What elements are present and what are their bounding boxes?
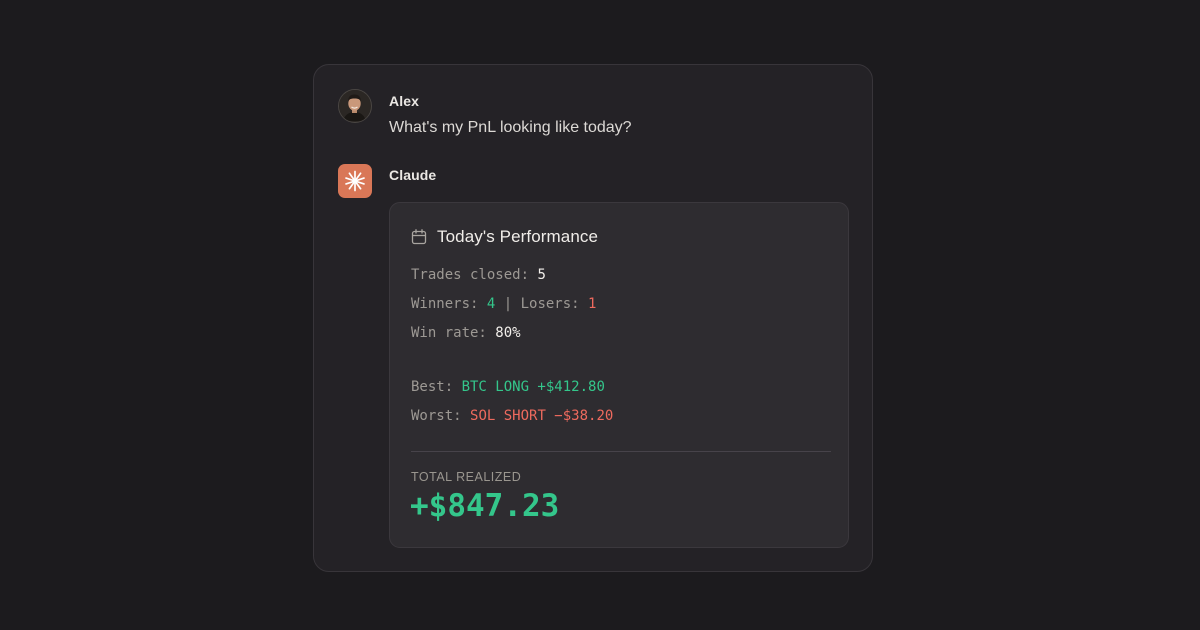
user-avatar-icon <box>339 90 370 121</box>
total-realized-label: TOTAL REALIZED <box>411 470 522 484</box>
win-rate-row: Win rate: 80% <box>411 325 521 341</box>
chat-window: Alex What's my PnL looking like today? C… <box>313 64 873 572</box>
claude-starburst-icon <box>345 170 365 192</box>
trades-closed-value: 5 <box>537 267 546 283</box>
worst-label: Worst: <box>411 408 471 424</box>
assistant-name: Claude <box>389 167 437 183</box>
win-rate-label: Win rate: <box>411 325 496 341</box>
best-label: Best: <box>411 379 462 395</box>
performance-card: Today's Performance Trades closed: 5 Win… <box>389 202 849 548</box>
losers-label: Losers: <box>520 296 589 312</box>
performance-title: Today's Performance <box>437 227 599 246</box>
calendar-icon <box>411 229 427 245</box>
losers-value: 1 <box>588 296 597 312</box>
performance-header: Today's Performance <box>411 227 598 247</box>
best-trade-row: Best: BTC LONG +$412.80 <box>411 379 605 395</box>
trades-closed-row: Trades closed: 5 <box>411 267 546 283</box>
total-realized-value: +$847.23 <box>410 488 560 524</box>
assistant-avatar <box>338 164 372 198</box>
trades-closed-label: Trades closed: <box>411 267 538 283</box>
user-name: Alex <box>389 93 419 109</box>
winners-label: Winners: <box>411 296 487 312</box>
divider <box>411 451 831 452</box>
user-avatar <box>338 89 372 123</box>
user-message: What's my PnL looking like today? <box>389 119 632 136</box>
best-trade-value: BTC LONG +$412.80 <box>461 379 605 395</box>
worst-trade-row: Worst: SOL SHORT −$38.20 <box>411 408 613 424</box>
row-separator: | <box>495 296 521 312</box>
win-rate-value: 80% <box>495 325 521 341</box>
winners-losers-row: Winners: 4 | Losers: 1 <box>411 296 596 312</box>
worst-trade-value: SOL SHORT −$38.20 <box>470 408 614 424</box>
